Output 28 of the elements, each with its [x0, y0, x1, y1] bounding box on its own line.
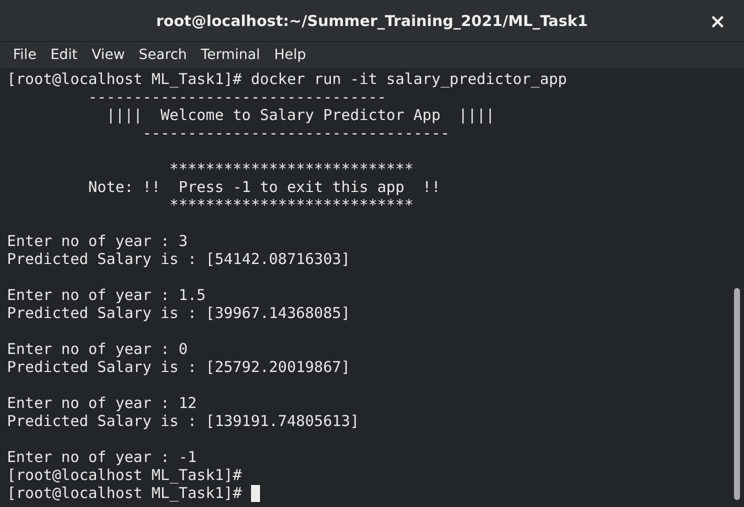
menu-item[interactable]: Search [132, 47, 194, 63]
terminal-line: --------------------------------- [87, 88, 386, 106]
menu-item[interactable]: File [6, 47, 44, 63]
menu-item[interactable]: Terminal [194, 47, 268, 63]
terminal-line: Predicted Salary is : [54142.08716303] [7, 250, 350, 268]
terminal-line: Enter no of year : 0 [7, 340, 188, 358]
terminal-line: ---------------------------------- [141, 124, 450, 142]
close-button[interactable]: × [705, 11, 730, 31]
menu-item[interactable]: Help [267, 47, 313, 63]
terminal-line: |||| Welcome to Salary Predictor App |||| [105, 106, 495, 124]
terminal-line: Enter no of year : -1 [7, 448, 197, 466]
text-cursor [250, 484, 260, 502]
terminal-line: Enter no of year : 3 [7, 232, 188, 250]
terminal-line: Enter no of year : 1.5 [7, 286, 206, 304]
menu-item[interactable]: View [84, 47, 132, 63]
terminal-line: Predicted Salary is : [39967.14368085] [7, 304, 350, 322]
terminal-line: Enter no of year : 12 [7, 394, 197, 412]
terminal-line: Predicted Salary is : [25792.20019867] [7, 358, 350, 376]
terminal-line: Note: !! Press -1 to exit this app !! [87, 178, 440, 196]
menu-item[interactable]: Edit [43, 47, 85, 63]
terminal-line: [root@localhost ML_Task1]# [7, 484, 242, 502]
window-title: root@localhost:~/Summer_Training_2021/ML_Task1 [156, 12, 588, 30]
terminal-line: Predicted Salary is : [139191.74805613] [7, 412, 360, 430]
terminal-line: [root@localhost ML_Task1]# docker run -it salary_predictor_app [7, 70, 567, 88]
scrollbar-thumb[interactable] [734, 288, 740, 500]
terminal-line: *************************** [168, 160, 414, 178]
terminal-line: *************************** [168, 196, 414, 214]
terminal-line: [root@localhost ML_Task1]# [7, 466, 242, 484]
